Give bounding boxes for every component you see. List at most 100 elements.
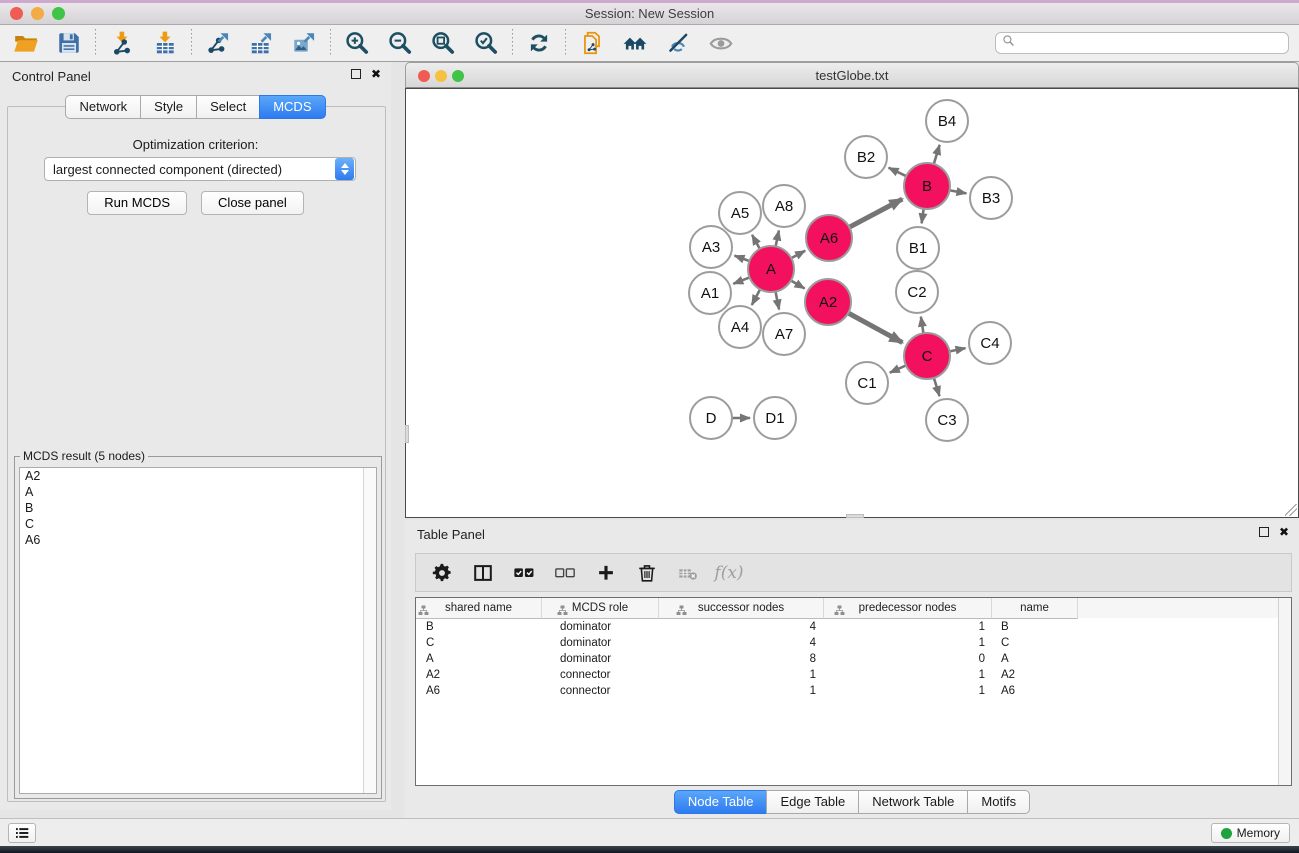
export-image-icon[interactable] <box>290 29 318 57</box>
mcds-result-list[interactable]: A2ABCA6 <box>19 467 377 794</box>
pane-handle-icon[interactable] <box>405 425 409 443</box>
mcds-result-item[interactable]: B <box>20 500 376 516</box>
table-cell[interactable]: dominator <box>542 619 659 635</box>
resize-grip-icon[interactable] <box>1285 504 1297 516</box>
graph-edge-C-C2[interactable] <box>921 317 924 335</box>
table-row[interactable]: A6connector11A6 <box>416 683 1291 699</box>
table-row[interactable]: Adominator80A <box>416 651 1291 667</box>
float-icon[interactable] <box>351 69 361 79</box>
tab-network-table[interactable]: Network Table <box>858 790 968 814</box>
column-header-MCDS-role[interactable]: MCDS role <box>542 598 659 619</box>
graph-edge-A2-C[interactable] <box>847 313 902 343</box>
graph-edge-C-C3[interactable] <box>934 377 940 396</box>
refresh-icon[interactable] <box>525 29 553 57</box>
import-table-icon[interactable] <box>151 29 179 57</box>
search-box[interactable] <box>995 32 1289 54</box>
graph-edge-A-A8[interactable] <box>775 231 779 248</box>
network-window-titlebar[interactable]: testGlobe.txt <box>405 62 1299 88</box>
table-row[interactable]: Cdominator41C <box>416 635 1291 651</box>
table-cell[interactable]: 1 <box>659 683 824 699</box>
table-cell[interactable]: dominator <box>542 651 659 667</box>
graph-node-C3[interactable]: C3 <box>926 399 968 441</box>
network-graph[interactable]: B4B2BB3A5A8A6B1A3AA1C2A2A4A7CC4C1C3DD1 <box>406 89 1298 517</box>
graph-node-B[interactable]: B <box>904 163 950 209</box>
graph-edge-A-A6[interactable] <box>790 251 805 259</box>
table-cell[interactable]: 4 <box>659 619 824 635</box>
graph-edge-A-A1[interactable] <box>733 277 750 284</box>
zoom-in-icon[interactable] <box>343 29 371 57</box>
graph-edge-A-A3[interactable] <box>735 256 751 262</box>
column-header-predecessor-nodes[interactable]: predecessor nodes <box>824 598 992 619</box>
column-header-name[interactable]: name <box>992 598 1078 619</box>
graph-node-A3[interactable]: A3 <box>690 226 732 268</box>
graph-node-A4[interactable]: A4 <box>719 306 761 348</box>
mcds-list-scrollbar[interactable] <box>363 468 376 793</box>
table-cell[interactable]: C <box>992 635 1078 651</box>
graph-edge-B-B3[interactable] <box>949 190 967 193</box>
pane-handle-icon[interactable] <box>846 514 864 518</box>
tab-motifs[interactable]: Motifs <box>967 790 1030 814</box>
tab-select[interactable]: Select <box>196 95 260 119</box>
graph-edge-A-A5[interactable] <box>752 235 760 250</box>
select-all-icon[interactable] <box>512 561 536 585</box>
export-table-icon[interactable] <box>247 29 275 57</box>
table-cell[interactable]: A <box>416 651 542 667</box>
tab-network[interactable]: Network <box>65 95 141 119</box>
deselect-all-icon[interactable] <box>553 561 577 585</box>
graph-node-C[interactable]: C <box>904 333 950 379</box>
graph-edge-A-A2[interactable] <box>790 280 805 289</box>
table-cell[interactable]: 1 <box>659 667 824 683</box>
mcds-result-item[interactable]: A2 <box>20 468 376 484</box>
graph-edge-A6-B[interactable] <box>848 199 902 228</box>
mcds-result-item[interactable]: A6 <box>20 532 376 548</box>
graph-node-A2[interactable]: A2 <box>805 279 851 325</box>
graph-node-A1[interactable]: A1 <box>689 272 731 314</box>
graph-node-C1[interactable]: C1 <box>846 362 888 404</box>
graph-node-A5[interactable]: A5 <box>719 192 761 234</box>
eye-slash-icon[interactable] <box>664 29 692 57</box>
table-row[interactable]: Bdominator41B <box>416 619 1291 635</box>
tab-style[interactable]: Style <box>140 95 197 119</box>
mcds-result-item[interactable]: C <box>20 516 376 532</box>
table-cell[interactable]: 1 <box>824 667 992 683</box>
zoom-selected-icon[interactable] <box>472 29 500 57</box>
graph-node-A6[interactable]: A6 <box>806 215 852 261</box>
table-cell[interactable]: 1 <box>824 683 992 699</box>
graph-edge-B-B2[interactable] <box>889 168 908 177</box>
table-scrollbar[interactable] <box>1278 598 1291 785</box>
graph-node-A7[interactable]: A7 <box>763 313 805 355</box>
table-cell[interactable]: 1 <box>824 635 992 651</box>
graph-node-A8[interactable]: A8 <box>763 185 805 227</box>
table-cell[interactable]: dominator <box>542 635 659 651</box>
table-cell[interactable]: B <box>416 619 542 635</box>
zoom-out-icon[interactable] <box>386 29 414 57</box>
table-cell[interactable]: C <box>416 635 542 651</box>
open-folder-icon[interactable] <box>12 29 40 57</box>
optimization-criterion-select[interactable]: largest connected component (directed) <box>44 157 356 181</box>
table-cell[interactable]: B <box>992 619 1078 635</box>
search-input[interactable] <box>1020 36 1282 50</box>
table-cell[interactable]: 0 <box>824 651 992 667</box>
table-cell[interactable]: connector <box>542 667 659 683</box>
graph-node-C4[interactable]: C4 <box>969 322 1011 364</box>
table-cell[interactable]: A2 <box>992 667 1078 683</box>
graph-node-A[interactable]: A <box>748 246 794 292</box>
list-icon[interactable] <box>8 823 36 843</box>
close-icon[interactable]: ✖ <box>1279 527 1289 537</box>
network-canvas[interactable]: B4B2BB3A5A8A6B1A3AA1C2A2A4A7CC4C1C3DD1 <box>405 88 1299 518</box>
gear-icon[interactable] <box>430 561 454 585</box>
graph-node-B1[interactable]: B1 <box>897 227 939 269</box>
tab-mcds[interactable]: MCDS <box>259 95 325 119</box>
close-panel-button[interactable]: Close panel <box>201 191 304 215</box>
double-home-icon[interactable] <box>621 29 649 57</box>
close-icon[interactable]: ✖ <box>371 69 381 79</box>
trash-icon[interactable] <box>635 561 659 585</box>
table-cell[interactable]: A6 <box>992 683 1078 699</box>
graph-edge-C-C1[interactable] <box>890 365 907 373</box>
graph-node-C2[interactable]: C2 <box>896 271 938 313</box>
column-header-successor-nodes[interactable]: successor nodes <box>659 598 824 619</box>
tab-node-table[interactable]: Node Table <box>674 790 768 814</box>
clone-network-icon[interactable] <box>578 29 606 57</box>
import-network-icon[interactable] <box>108 29 136 57</box>
graph-node-B4[interactable]: B4 <box>926 100 968 142</box>
